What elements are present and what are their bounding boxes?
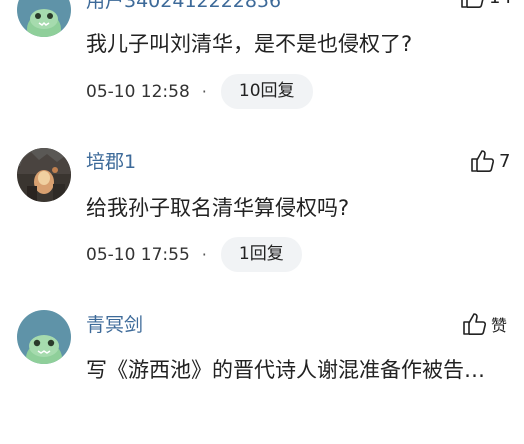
avatar[interactable]: [17, 148, 71, 202]
comment-time: 05-10 17:55: [86, 244, 190, 265]
username[interactable]: 用户3402412222856: [86, 0, 281, 13]
like-label: 赞: [491, 316, 508, 335]
thumbs-up-icon: [463, 313, 487, 335]
like-button[interactable]: 14: [459, 0, 512, 10]
comment-text: 给我孙子取名清华算侵权吗?: [86, 196, 350, 220]
like-button[interactable]: 赞: [461, 311, 507, 337]
like-count: 7: [499, 150, 511, 172]
thumbs-up-icon: [471, 150, 495, 172]
like-count: 14: [489, 0, 512, 8]
comment-meta: 05-10 17:55 · 1回复: [86, 237, 302, 272]
photo-avatar: [17, 148, 71, 202]
reply-button[interactable]: 1回复: [220, 237, 302, 272]
username[interactable]: 青冥剑: [86, 310, 143, 337]
thumbs-up-icon: [461, 0, 484, 8]
comment-time: 05-10 12:58: [86, 81, 190, 102]
comment-text: 写《游西池》的晋代诗人谢混准备作被告…: [86, 358, 485, 382]
green-cartoon-avatar-icon: [17, 310, 71, 364]
green-cartoon-avatar-icon: [17, 0, 71, 37]
dot-separator: ·: [201, 82, 207, 101]
comment-text: 我儿子叫刘清华，是不是也侵权了?: [86, 32, 413, 56]
dot-separator: ·: [201, 245, 207, 264]
avatar[interactable]: [17, 310, 71, 364]
like-button[interactable]: 7: [469, 148, 510, 174]
reply-button[interactable]: 10回复: [220, 74, 313, 109]
comment-meta: 05-10 12:58 · 10回复: [86, 74, 313, 109]
avatar[interactable]: [17, 0, 71, 37]
username[interactable]: 培郡1: [86, 147, 136, 174]
